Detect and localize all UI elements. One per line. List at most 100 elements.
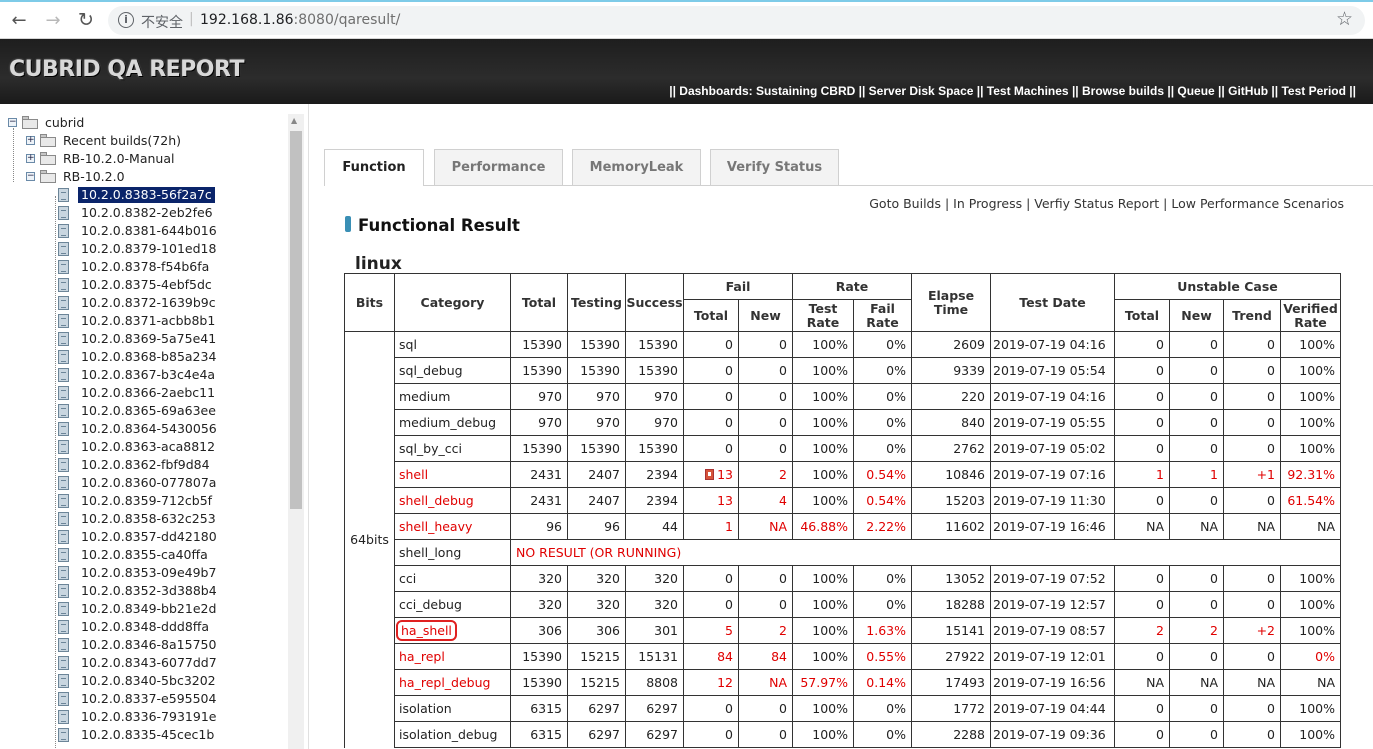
tree-item-label[interactable]: 10.2.0.8372-1639b9c [78,295,219,311]
tree-build-item[interactable]: 10.2.0.8379-101ed18 [0,240,288,258]
tree-build-item[interactable]: 10.2.0.8368-b85a234 [0,348,288,366]
tree-folder-recent-builds[interactable]: + Recent builds(72h) [0,132,288,150]
tree-build-item[interactable]: 10.2.0.8381-644b016 [0,222,288,240]
fail-new-cell: 0 [738,331,793,358]
tree-item-label[interactable]: 10.2.0.8348-ddd8ffa [78,619,212,635]
tree-build-item[interactable]: 10.2.0.8362-fbf9d84 [0,456,288,474]
unstable-new-cell: 0 [1169,695,1224,722]
address-bar[interactable]: i 不安全 | 192.168.1.86:8080/qaresult/ ☆ [108,6,1365,35]
tree-build-item[interactable]: 10.2.0.8375-4ebf5dc [0,276,288,294]
tree-item-label[interactable]: RB-10.2.0-Manual [60,151,177,167]
tree-build-item[interactable]: 10.2.0.8367-b3c4e4a [0,366,288,384]
bookmark-star-icon[interactable]: ☆ [1336,8,1353,30]
sidebar-scrollbar[interactable]: ▲ [288,114,304,749]
tree-build-item[interactable]: 10.2.0.8366-2aebc11 [0,384,288,402]
tree-item-label[interactable]: 10.2.0.8346-8a15750 [78,637,219,653]
tree-item-label[interactable]: cubrid [42,115,87,131]
tree-item-label[interactable]: 10.2.0.8365-69a63ee [78,403,219,419]
tree-build-item[interactable]: 10.2.0.8364-5430056 [0,420,288,438]
expand-icon[interactable]: + [26,154,35,163]
info-icon[interactable]: i [118,12,134,28]
tree-build-item[interactable]: 10.2.0.8372-1639b9c [0,294,288,312]
tree-build-item[interactable]: 10.2.0.8335-45cec1b [0,726,288,744]
link-low-performance[interactable]: Low Performance Scenarios [1171,196,1344,211]
tree-build-item[interactable]: 10.2.0.8346-8a15750 [0,636,288,654]
tree-item-label[interactable]: 10.2.0.8369-5a75e41 [78,331,219,347]
tree-item-label[interactable]: 10.2.0.8336-793191e [78,709,219,725]
expand-icon[interactable]: + [26,136,35,145]
tab-verify-status[interactable]: Verify Status [710,149,839,186]
tree-item-label[interactable]: 10.2.0.8359-712cb5f [78,493,215,509]
fail-total-value[interactable]: 13 [717,467,733,482]
tree-item-label[interactable]: 10.2.0.8343-6077dd7 [78,655,220,671]
tree-build-item[interactable]: 10.2.0.8355-ca40ffa [0,546,288,564]
tree-build-item[interactable]: 10.2.0.8353-09e49b7 [0,564,288,582]
tree-folder-rb-manual[interactable]: + RB-10.2.0-Manual [0,150,288,168]
tree-build-item[interactable]: 10.2.0.8358-632c253 [0,510,288,528]
tree-build-item[interactable]: 10.2.0.8357-dd42180 [0,528,288,546]
scrollbar-thumb[interactable] [290,131,302,509]
collapse-icon[interactable]: − [26,172,35,181]
tree-item-label[interactable]: 10.2.0.8358-632c253 [78,511,219,527]
tree-build-item[interactable]: 10.2.0.8343-6077dd7 [0,654,288,672]
tree-build-item[interactable]: 10.2.0.8382-2eb2fe6 [0,204,288,222]
tree-item-label[interactable]: 10.2.0.8375-4ebf5dc [78,277,215,293]
tree-item-label[interactable]: 10.2.0.8366-2aebc11 [78,385,218,401]
fail-report-icon[interactable] [705,469,715,480]
url-text[interactable]: 192.168.1.86:8080/qaresult/ [200,12,400,28]
tree-item-label[interactable]: Recent builds(72h) [60,133,184,149]
forward-arrow-icon[interactable]: → [42,9,64,31]
scroll-up-icon[interactable]: ▲ [291,116,297,125]
tree-item-label[interactable]: 10.2.0.8340-5bc3202 [78,673,219,689]
reload-icon[interactable]: ↻ [75,9,97,31]
tree-item-label[interactable]: 10.2.0.8360-077807a [78,475,219,491]
tree-item-label[interactable]: 10.2.0.8383-56f2a7c [78,187,215,203]
tree-item-label[interactable]: 10.2.0.8355-ca40ffa [78,547,211,563]
tree-item-label[interactable]: 10.2.0.8382-2eb2fe6 [78,205,216,221]
dashboard-links-text[interactable]: || Dashboards: Sustaining CBRD || Server… [669,84,1356,98]
tree-build-item[interactable]: 10.2.0.8349-bb21e2d [0,600,288,618]
link-goto-builds[interactable]: Goto Builds [869,196,941,211]
tree-item-label[interactable]: 10.2.0.8363-aca8812 [78,439,218,455]
tree-item-label[interactable]: 10.2.0.8352-3d388b4 [78,583,220,599]
tree-build-item[interactable]: 10.2.0.8383-56f2a7c [0,186,288,204]
tree-build-item[interactable]: 10.2.0.8337-e595504 [0,690,288,708]
tree-folder-rb[interactable]: − RB-10.2.0 [0,168,288,186]
tree-root-cubrid[interactable]: − cubrid [0,114,288,132]
tree-build-item[interactable]: 10.2.0.8378-f54b6fa [0,258,288,276]
tree-item-label[interactable]: 10.2.0.8362-fbf9d84 [78,457,213,473]
tree-item-label[interactable]: 10.2.0.8349-bb21e2d [78,601,219,617]
tree-build-item[interactable]: 10.2.0.8365-69a63ee [0,402,288,420]
tree-build-item[interactable]: 10.2.0.8340-5bc3202 [0,672,288,690]
tree-build-item[interactable]: 10.2.0.8360-077807a [0,474,288,492]
tree-build-item[interactable]: 10.2.0.8369-5a75e41 [0,330,288,348]
tree-item-label[interactable]: 10.2.0.8335-45cec1b [78,727,217,743]
tree-build-item[interactable]: 10.2.0.8352-3d388b4 [0,582,288,600]
tree-build-item[interactable]: 10.2.0.8371-acbb8b1 [0,312,288,330]
tab-function[interactable]: Function [324,149,424,186]
unstable-total-cell: 0 [1114,435,1170,462]
tree-build-item[interactable]: 10.2.0.8363-aca8812 [0,438,288,456]
tree-item-label[interactable]: 10.2.0.8378-f54b6fa [78,259,212,275]
tree-item-label[interactable]: 10.2.0.8364-5430056 [78,421,220,437]
tree-build-item[interactable]: 10.2.0.8359-712cb5f [0,492,288,510]
back-arrow-icon[interactable]: ← [8,9,30,31]
tab-performance[interactable]: Performance [434,149,563,186]
tree-item-label[interactable]: 10.2.0.8371-acbb8b1 [78,313,218,329]
tree-item-label[interactable]: 10.2.0.8381-644b016 [78,223,220,239]
tree-build-item[interactable]: 10.2.0.8336-793191e [0,708,288,726]
highlighted-category[interactable]: ha_shell [396,620,457,641]
tree-item-label[interactable]: 10.2.0.8337-e595504 [78,691,219,707]
dashboard-links[interactable]: || Dashboards: Sustaining CBRD || Server… [669,84,1356,98]
tree-item-label[interactable]: 10.2.0.8379-101ed18 [78,241,219,257]
tree-item-label[interactable]: 10.2.0.8353-09e49b7 [78,565,219,581]
tree-build-item[interactable]: 10.2.0.8348-ddd8ffa [0,618,288,636]
tab-memoryleak[interactable]: MemoryLeak [572,149,701,186]
tree-item-label[interactable]: 10.2.0.8367-b3c4e4a [78,367,218,383]
tree-item-label[interactable]: 10.2.0.8368-b85a234 [78,349,219,365]
link-in-progress[interactable]: In Progress [953,196,1022,211]
tree-item-label[interactable]: 10.2.0.8357-dd42180 [78,529,220,545]
tree-item-label[interactable]: RB-10.2.0 [60,169,128,185]
link-verify-status-report[interactable]: Verfiy Status Report [1034,196,1159,211]
collapse-icon[interactable]: − [8,118,17,127]
